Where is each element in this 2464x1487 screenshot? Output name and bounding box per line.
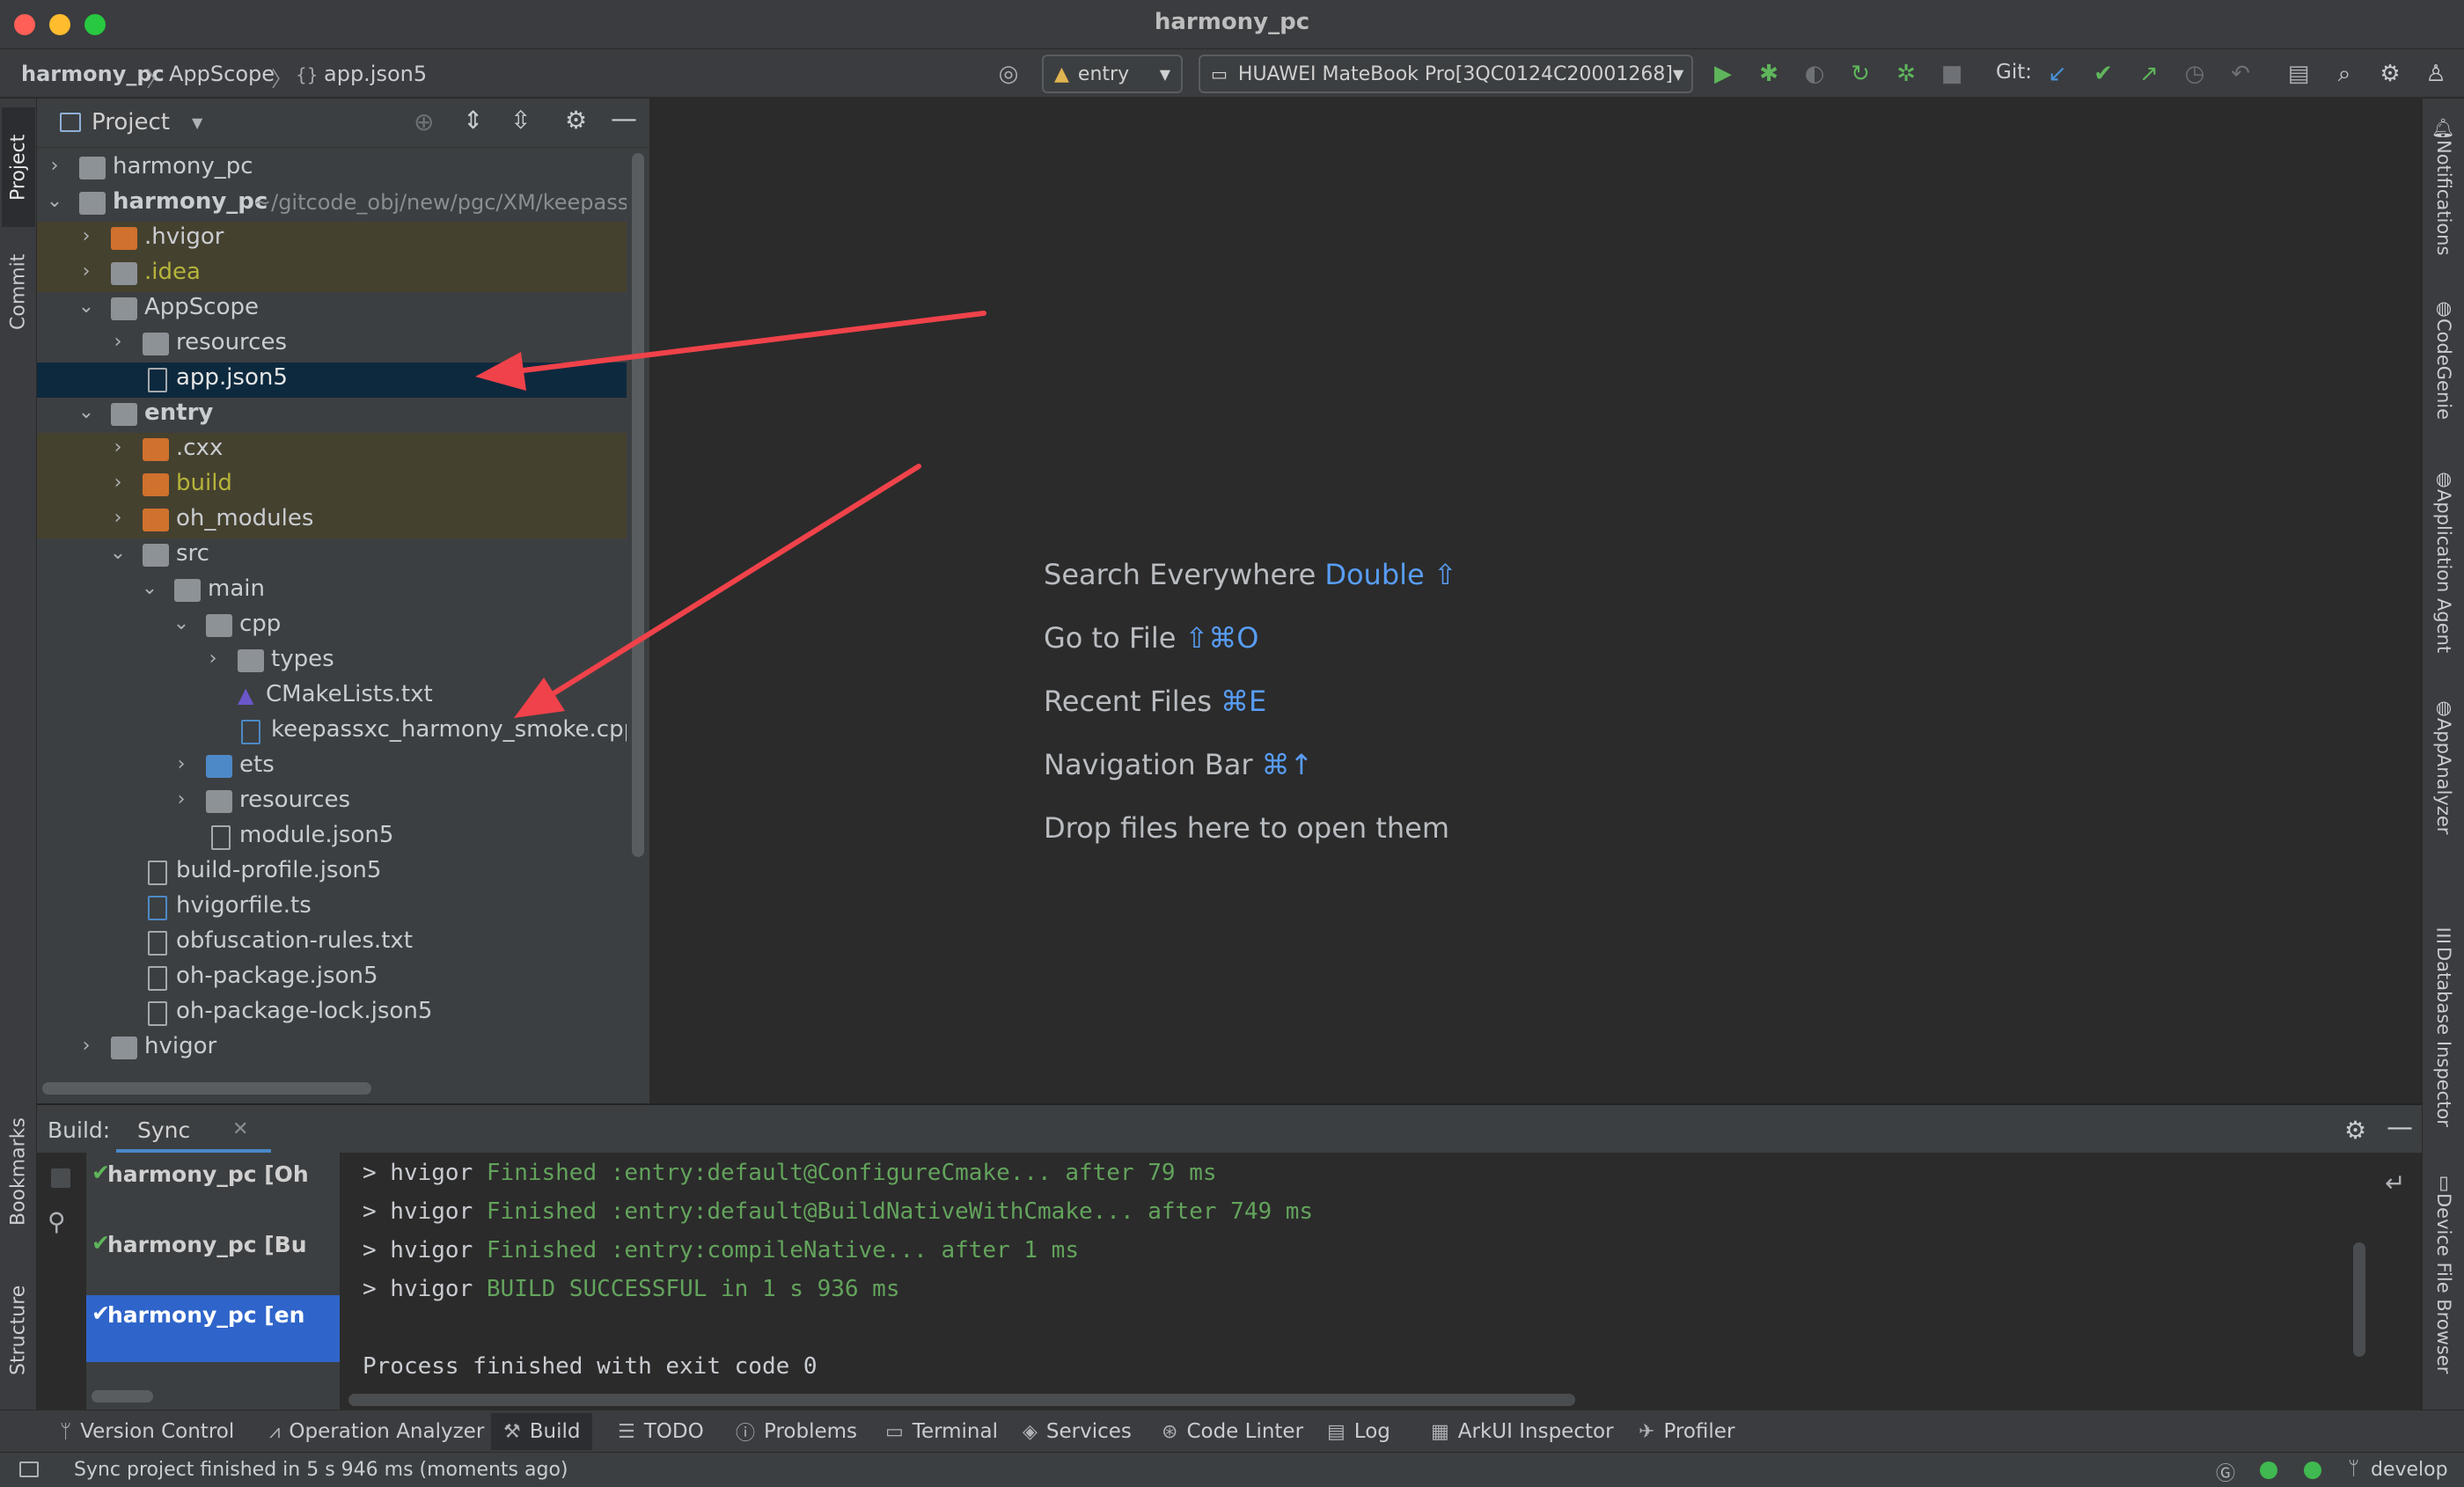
database-icon: ☰	[2433, 926, 2454, 947]
tool-operation-analyzer[interactable]: ⩘ Operation Analyzer	[269, 1416, 484, 1447]
tool-label: Version Control	[80, 1420, 235, 1443]
tool-label: ArkUI Inspector	[1457, 1420, 1614, 1443]
codegenie-status-icon[interactable]: Ⓖ	[2216, 1458, 2235, 1486]
tab-sync-label: Sync	[137, 1117, 191, 1143]
stop-icon[interactable]	[51, 1168, 70, 1188]
inspector-icon: ▦	[1431, 1420, 1449, 1443]
console-text: Finished :entry:default@ConfigureCmake..…	[486, 1160, 1217, 1186]
tool-terminal[interactable]: ▭ Terminal	[885, 1416, 998, 1447]
tool-label: Problems	[764, 1420, 858, 1443]
build-panel-title: Build:	[48, 1117, 111, 1143]
build-item-label: harmony_pc [Oh	[107, 1161, 309, 1187]
status-message[interactable]: Sync project finished in 5 s 946 ms (mom…	[74, 1459, 568, 1481]
agent-icon: ◍	[2433, 468, 2454, 489]
gear-icon[interactable]: ⚙	[2344, 1116, 2366, 1145]
soft-wrap-icon[interactable]: ↵	[2385, 1168, 2405, 1198]
tool-label: Terminal	[912, 1420, 998, 1443]
tool-code-linter[interactable]: ⊛ Code Linter	[1162, 1416, 1303, 1447]
layout-icon[interactable]	[19, 1461, 39, 1477]
tab-device-file-browser[interactable]: ▯ Device File Browser	[2428, 1172, 2460, 1418]
tool-label: Services	[1045, 1420, 1132, 1443]
tool-label: TODO	[643, 1420, 704, 1443]
build-item[interactable]: ✔ harmony_pc [Bu	[86, 1225, 340, 1292]
status-ok-icon[interactable]	[2304, 1461, 2321, 1479]
close-icon[interactable]: ✕	[232, 1118, 248, 1140]
console-prefix: > hvigor	[363, 1160, 487, 1186]
hide-panel-icon[interactable]: —	[2387, 1112, 2413, 1143]
console-exit-line: Process finished with exit code 0	[363, 1353, 818, 1380]
tool-problems[interactable]: ⓘ Problems	[736, 1416, 857, 1447]
build-item-label: harmony_pc [Bu	[107, 1232, 307, 1257]
status-bar: Sync project finished in 5 s 946 ms (mom…	[0, 1452, 2464, 1487]
tool-profiler[interactable]: ✈ Profiler	[1639, 1416, 1734, 1447]
tool-log[interactable]: ▤ Log	[1327, 1416, 1390, 1447]
tab-notifications[interactable]: 🔔︎ Notifications	[2428, 116, 2460, 283]
terminal-icon: ▭	[885, 1420, 904, 1443]
build-tree: ✔ harmony_pc [Oh ✔ harmony_pc [Bu ✔ harm…	[86, 1153, 340, 1411]
analyzer-icon: ◍	[2433, 697, 2454, 718]
tool-label: Build	[529, 1420, 581, 1443]
console-line: > hvigor Finished :entry:default@Configu…	[363, 1160, 1217, 1186]
profiler-icon: ✈	[1639, 1420, 1655, 1443]
horizontal-scrollbar[interactable]	[92, 1390, 153, 1403]
arrow-to-app-json5	[475, 311, 986, 391]
tool-build[interactable]: ⚒ Build	[491, 1413, 593, 1450]
tab-label: CodeGenie	[2433, 319, 2454, 421]
build-panel-header: Build: Sync ✕ ⚙ —	[37, 1105, 2422, 1153]
tool-label: Log	[1353, 1420, 1390, 1443]
vertical-scrollbar[interactable]	[2353, 1242, 2365, 1357]
device-icon: ▯	[2433, 1172, 2454, 1193]
console-text: BUILD SUCCESSFUL in 1 s 936 ms	[486, 1276, 900, 1302]
branch-icon: ᛘ	[2348, 1458, 2360, 1480]
tab-label: AppAnalyzer	[2433, 718, 2454, 835]
build-console[interactable]: > hvigor Finished :entry:default@Configu…	[340, 1153, 2408, 1411]
console-text: Finished :entry:compileNative... after 1…	[486, 1237, 1079, 1264]
bell-icon: 🔔︎	[2433, 116, 2454, 140]
tool-label: Code Linter	[1186, 1420, 1304, 1443]
console-line: > hvigor Finished :entry:compileNative..…	[363, 1237, 1079, 1264]
bottom-tool-bar: ᛘ Version Control ⩘ Operation Analyzer ⚒ Bu…	[0, 1410, 2464, 1452]
branch-icon: ᛘ	[60, 1420, 72, 1443]
git-branch[interactable]: develop	[2371, 1459, 2448, 1481]
tool-todo[interactable]: ☰ TODO	[618, 1416, 704, 1447]
build-panel: Build: Sync ✕ ⚙ — ⚲ ✔ harmony_pc [Oh ✔ h…	[37, 1103, 2422, 1411]
console-prefix: > hvigor	[363, 1237, 487, 1264]
console-line: > hvigor BUILD SUCCESSFUL in 1 s 936 ms	[363, 1276, 900, 1302]
pin-icon[interactable]: ⚲	[48, 1207, 66, 1236]
tab-sync[interactable]: Sync ✕	[116, 1105, 271, 1153]
tool-services[interactable]: ◈ Services	[1023, 1416, 1132, 1447]
linter-icon: ⊛	[1162, 1420, 1178, 1443]
services-icon: ◈	[1023, 1420, 1038, 1443]
hammer-icon: ⚒	[503, 1420, 521, 1443]
chart-icon: ⩘	[269, 1420, 281, 1443]
tab-label: Notifications	[2433, 139, 2454, 256]
status-ok-icon[interactable]	[2260, 1461, 2277, 1479]
tab-label: Database Inspector	[2433, 947, 2454, 1127]
tool-label: Profiler	[1663, 1420, 1735, 1443]
tool-version-control[interactable]: ᛘ Version Control	[60, 1416, 234, 1447]
tab-label: Device File Browser	[2433, 1193, 2454, 1374]
horizontal-scrollbar[interactable]	[348, 1394, 1575, 1406]
codegenie-icon: ◍	[2433, 297, 2454, 319]
right-tool-strip: 🔔︎ Notifications ◍ CodeGenie ◍ Application …	[2422, 99, 2464, 1410]
tab-label: Application Agent	[2433, 489, 2454, 654]
build-item[interactable]: ✔ harmony_pc [Oh	[86, 1154, 340, 1221]
tool-arkui-inspector[interactable]: ▦ ArkUI Inspector	[1431, 1416, 1614, 1447]
console-prefix: > hvigor	[363, 1198, 487, 1225]
tab-database-inspector[interactable]: ☰ Database Inspector	[2428, 926, 2460, 1207]
tab-codegenie[interactable]: ◍ CodeGenie	[2428, 297, 2460, 473]
console-line: > hvigor Finished :entry:default@BuildNa…	[363, 1198, 1313, 1225]
console-text: Finished :entry:default@BuildNativeWithC…	[486, 1198, 1314, 1225]
log-icon: ▤	[1327, 1420, 1346, 1443]
build-item-label: harmony_pc [en	[107, 1302, 305, 1328]
tool-label: Operation Analyzer	[289, 1420, 485, 1443]
arrow-to-cpp-file	[514, 464, 921, 718]
build-item-selected[interactable]: ✔ harmony_pc [en	[86, 1295, 340, 1362]
console-prefix: > hvigor	[363, 1276, 487, 1302]
problems-icon: ⓘ	[736, 1423, 756, 1445]
list-icon: ☰	[618, 1420, 635, 1443]
tab-appanalyzer[interactable]: ◍ AppAnalyzer	[2428, 697, 2460, 961]
